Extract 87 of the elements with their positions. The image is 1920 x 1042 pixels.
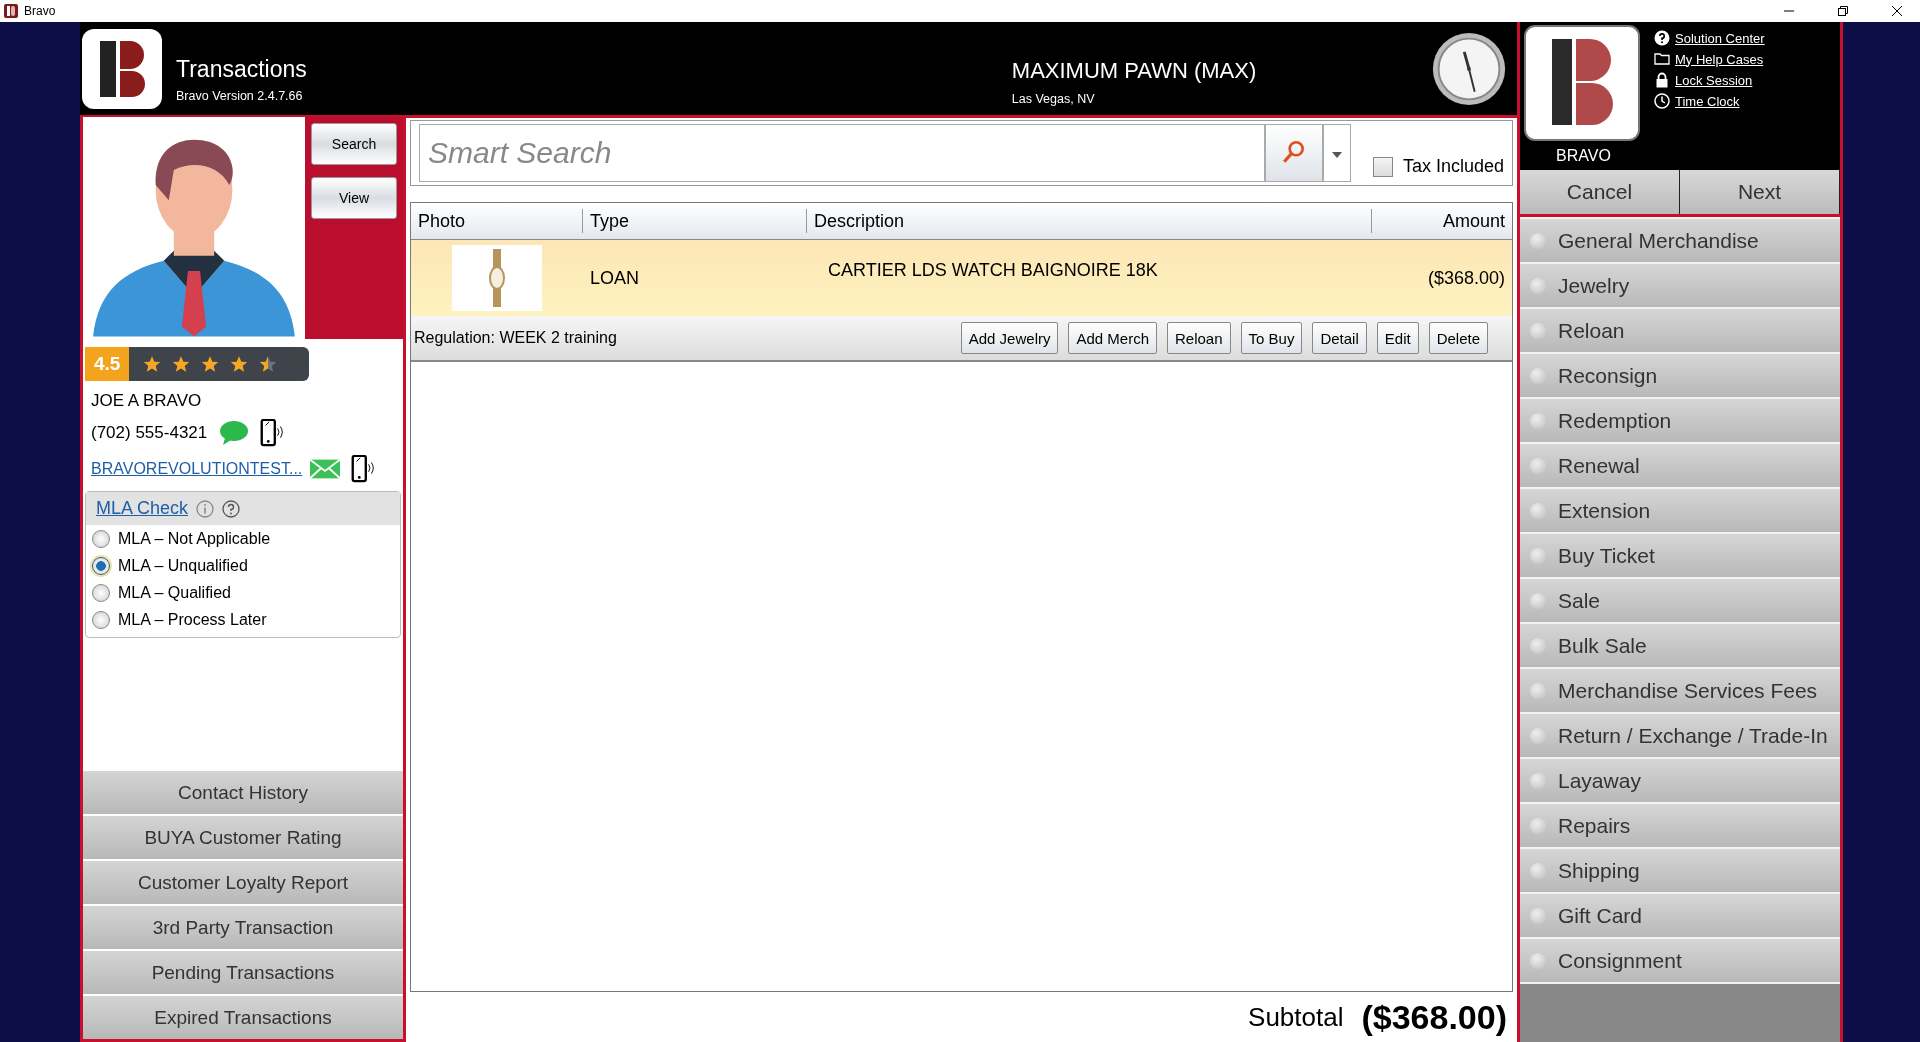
logo-icon xyxy=(1524,25,1640,141)
folder-icon xyxy=(1654,51,1670,67)
customer-action-button[interactable]: Contact History xyxy=(83,771,403,814)
user-name: BRAVO xyxy=(1556,147,1611,165)
email-link[interactable]: BRAVOREVOLUTIONTEST... xyxy=(91,460,303,478)
regulation-label: Regulation: WEEK 2 training xyxy=(414,329,617,347)
help-icon xyxy=(1654,30,1670,46)
table-cell-text: CARTIER LDS WATCH BAIGNOIRE 18K xyxy=(827,259,1159,281)
transaction-type-button[interactable]: Redemption xyxy=(1520,399,1840,442)
transaction-type-button[interactable]: Jewelry xyxy=(1520,264,1840,307)
transaction-type-button[interactable]: Shipping xyxy=(1520,849,1840,892)
table-row[interactable]: LOAN CARTIER LDS WATCH BAIGNOIRE 18K ($368.00) xyxy=(411,240,1512,316)
row-action-button[interactable]: Delete xyxy=(1428,322,1488,354)
help-icon[interactable] xyxy=(222,499,241,518)
search-button[interactable] xyxy=(1264,124,1323,182)
star-icon xyxy=(201,355,220,373)
row-action-button[interactable]: Edit xyxy=(1376,322,1419,354)
customer-button[interactable]: Search xyxy=(311,123,397,165)
column-header: Type xyxy=(583,209,807,233)
customer-name: JOE A BRAVO xyxy=(91,391,203,411)
lock-icon xyxy=(1654,72,1670,88)
dropdown-button[interactable] xyxy=(1322,124,1351,182)
header-link[interactable]: My Help Cases xyxy=(1654,51,1765,67)
row-action-button[interactable]: Add Jewelry xyxy=(960,322,1059,354)
mla-radio-option[interactable]: MLA – Not Applicable xyxy=(86,525,400,552)
transaction-type-button[interactable]: Bulk Sale xyxy=(1520,624,1840,667)
customer-button[interactable]: View xyxy=(311,177,397,219)
transaction-type-button[interactable]: Merchandise Services Fees xyxy=(1520,669,1840,712)
page-title: Transactions xyxy=(176,56,307,83)
header-link[interactable]: Lock Session xyxy=(1654,72,1765,88)
star-icon xyxy=(172,355,191,373)
transaction-type-button[interactable]: Buy Ticket xyxy=(1520,534,1840,577)
transaction-type-button[interactable]: Sale xyxy=(1520,579,1840,622)
row-action-button[interactable]: Add Merch xyxy=(1068,322,1157,354)
app-icon xyxy=(4,4,18,18)
transaction-type-button[interactable]: Renewal xyxy=(1520,444,1840,487)
transaction-type-button[interactable]: Gift Card xyxy=(1520,894,1840,937)
customer-action-button[interactable]: Pending Transactions xyxy=(83,951,403,994)
column-header: Description xyxy=(807,209,1372,233)
store-name: MAXIMUM PAWN (MAX) xyxy=(1011,57,1257,84)
phone-number: (702) 555-4321 xyxy=(91,423,208,443)
smart-search-field[interactable]: Smart Search xyxy=(419,124,1265,182)
chat-bubble-icon[interactable] xyxy=(219,419,250,447)
transaction-type-button[interactable]: Return / Exchange / Trade-In xyxy=(1520,714,1840,757)
clock-icon xyxy=(1654,93,1670,109)
customer-action-button[interactable]: Expired Transactions xyxy=(83,996,403,1039)
restore-icon[interactable] xyxy=(1838,6,1848,16)
info-icon[interactable] xyxy=(196,499,215,518)
close-icon[interactable] xyxy=(1892,6,1902,16)
version-label: Bravo Version 2.4.7.66 xyxy=(176,89,304,103)
subtotal-label: Subtotal xyxy=(1248,1001,1344,1033)
transaction-type-button[interactable]: General Merchandise xyxy=(1520,219,1840,262)
mla-radio-option[interactable]: MLA – Unqualified xyxy=(86,552,400,579)
table-cell-text: LOAN xyxy=(589,267,641,289)
star-icon xyxy=(230,355,249,373)
mla-radio-option[interactable]: MLA – Process Later xyxy=(86,606,400,633)
transaction-type-button[interactable]: Extension xyxy=(1520,489,1840,532)
customer-action-button[interactable]: Customer Loyalty Report xyxy=(83,861,403,904)
search-icon xyxy=(1280,138,1307,165)
star-icon xyxy=(259,355,278,373)
transaction-type-button[interactable]: Layaway xyxy=(1520,759,1840,802)
transaction-type-button[interactable]: Repairs xyxy=(1520,804,1840,847)
nav-button[interactable]: Next xyxy=(1680,170,1840,214)
row-action-button[interactable]: To Buy xyxy=(1240,322,1303,354)
customer-action-button[interactable]: BUYA Customer Rating xyxy=(83,816,403,859)
nav-button[interactable]: Cancel xyxy=(1520,170,1680,214)
star-icon xyxy=(143,355,162,373)
transaction-type-button[interactable]: Reconsign xyxy=(1520,354,1840,397)
mla-check-link[interactable]: MLA Check xyxy=(96,498,189,519)
row-action-button[interactable]: Detail xyxy=(1312,322,1367,354)
header-link[interactable]: Time Clock xyxy=(1654,93,1765,109)
customer-action-button[interactable]: 3rd Party Transaction xyxy=(83,906,403,949)
caret-icon xyxy=(1331,151,1342,158)
subtotal-value: ($368.00) xyxy=(1361,997,1507,1037)
header-link[interactable]: Solution Center xyxy=(1654,30,1765,46)
column-header: Photo xyxy=(411,209,583,233)
table-cell-text: ($368.00) xyxy=(1426,267,1506,289)
row-action-button[interactable]: Reloan xyxy=(1167,322,1231,354)
rating-score: 4.5 xyxy=(85,347,130,381)
store-location: Las Vegas, NV xyxy=(1011,91,1096,106)
logo-icon xyxy=(82,28,162,109)
transaction-type-button[interactable]: Consignment xyxy=(1520,939,1840,982)
mla-radio-option[interactable]: MLA – Qualified xyxy=(86,579,400,606)
window-title: Bravo xyxy=(24,4,56,18)
tax-included-checkbox[interactable]: Tax Included xyxy=(1372,156,1504,177)
transaction-type-button[interactable]: Reloan xyxy=(1520,309,1840,352)
column-header: Amount xyxy=(1441,209,1506,233)
